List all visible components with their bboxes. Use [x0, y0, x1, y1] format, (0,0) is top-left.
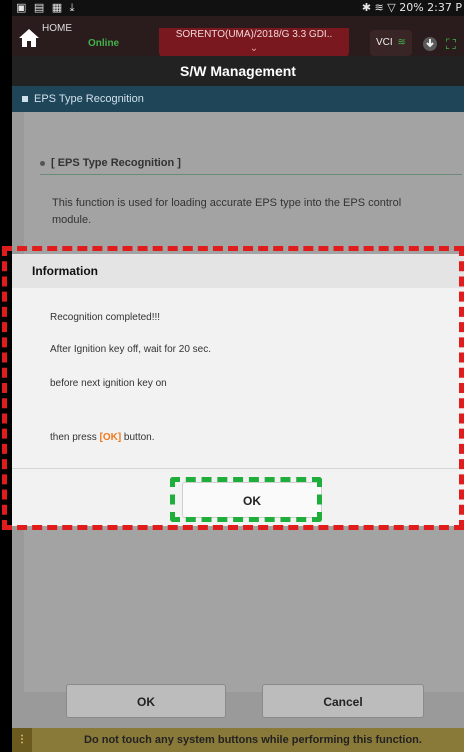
capture-icon[interactable]: ⛶ [446, 36, 464, 52]
warning-icon: ⋮ [12, 728, 32, 752]
status-indicators: ✱ ≋ ▽ 20% [361, 1, 424, 14]
ok-highlight: [OK] [99, 432, 122, 443]
status-icons-left: ▣ ▤ ▦ ⤓ [16, 1, 77, 14]
vci-label: VCI [376, 37, 393, 48]
ok-button[interactable]: OK [66, 684, 226, 718]
status-bar: ▣ ▤ ▦ ⤓ ✱ ≋ ▽ 20% 2:37 P [12, 0, 464, 16]
divider [12, 468, 464, 469]
warning-bar: ⋮ Do not touch any system buttons while … [12, 728, 464, 752]
home-label[interactable]: HOME [42, 23, 72, 34]
status-time: 2:37 P [427, 1, 462, 14]
warning-text: Do not touch any system buttons while pe… [84, 734, 422, 746]
function-title: [ EPS Type Recognition ] [40, 157, 181, 169]
function-title-text: [ EPS Type Recognition ] [51, 157, 181, 169]
dialog-text: button. [121, 432, 155, 443]
dialog-text: then press [50, 432, 100, 443]
divider [40, 174, 462, 175]
dialog-title: Information [12, 254, 464, 288]
home-icon[interactable] [18, 28, 40, 48]
status-icons-right: ✱ ≋ ▽ 20% 2:37 P [362, 0, 462, 16]
vehicle-label: SORENTO(UMA)/2018/G 3.3 GDI.. [175, 29, 333, 40]
app-frame: ▣ ▤ ▦ ⤓ ✱ ≋ ▽ 20% 2:37 P HOME Online SOR… [12, 0, 464, 752]
page-title: S/W Management [12, 56, 464, 86]
vehicle-selector[interactable]: SORENTO(UMA)/2018/G 3.3 GDI.. ⌄ [159, 28, 349, 58]
online-status: Online [88, 38, 120, 49]
dialog-ok-button[interactable]: OK [182, 482, 322, 518]
download-icon[interactable] [422, 36, 438, 52]
square-bullet-icon [22, 96, 28, 103]
cancel-button[interactable]: Cancel [262, 684, 424, 718]
bullet-icon [40, 160, 45, 166]
section-title: EPS Type Recognition [34, 93, 144, 105]
section-bar: EPS Type Recognition [12, 86, 464, 112]
dialog-line: Recognition completed!!! [50, 312, 161, 323]
vci-button[interactable]: VCI ≋ [370, 30, 412, 56]
function-description: This function is used for loading accura… [52, 197, 402, 226]
app-header: HOME Online SORENTO(UMA)/2018/G 3.3 GDI.… [12, 16, 464, 58]
dialog-line: After Ignition key off, wait for 20 sec. [50, 344, 212, 355]
chevron-down-icon: ⌄ [249, 43, 259, 54]
information-dialog: Information Recognition completed!!! Aft… [12, 254, 464, 526]
dialog-line: then press [OK] button. [50, 432, 155, 443]
wifi-icon: ≋ [397, 37, 406, 48]
dialog-line: before next ignition key on [50, 378, 167, 389]
